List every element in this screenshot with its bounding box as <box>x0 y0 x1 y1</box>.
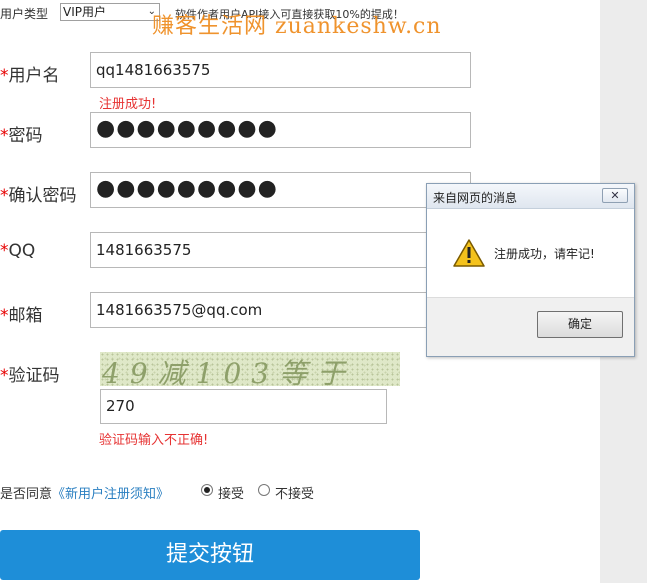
agreement-text: 是否同意《新用户注册须知》 <box>0 487 170 502</box>
captcha-label: *验证码 <box>0 366 60 386</box>
qq-input[interactable]: 1481663575 <box>90 232 471 268</box>
submit-button[interactable]: 提交按钮 <box>0 530 420 580</box>
accept-label: 接受 <box>218 487 245 502</box>
dialog-message: 注册成功，请牢记! <box>494 247 595 261</box>
captcha-text: 49减103等于 <box>102 357 356 386</box>
dialog-footer: 确定 <box>427 297 634 356</box>
terms-link[interactable]: 《新用户注册须知》 <box>52 487 169 502</box>
email-input[interactable]: 1481663575@qq.com <box>90 292 471 328</box>
accept-radio[interactable] <box>201 484 213 496</box>
captcha-error-msg: 验证码输入不正确! <box>99 433 209 448</box>
reject-label: 不接受 <box>275 487 315 502</box>
dialog-title: 来自网页的消息 <box>433 191 518 205</box>
warning-icon <box>453 238 485 272</box>
captcha-image[interactable]: 49减103等于 <box>100 352 400 386</box>
ok-button[interactable]: 确定 <box>537 311 623 338</box>
confirm-password-label: *确认密码 <box>0 186 77 206</box>
username-success-msg: 注册成功! <box>99 97 157 112</box>
alert-dialog: 来自网页的消息 ✕ 注册成功，请牢记! 确定 <box>426 183 635 357</box>
confirm-password-input[interactable]: ●●●●●●●●● <box>90 172 471 208</box>
user-type-label: 用户类型 <box>0 7 49 21</box>
site-watermark: 赚客生活网 zuankeshw.cn <box>152 14 442 39</box>
password-label: *密码 <box>0 126 43 146</box>
close-icon[interactable]: ✕ <box>602 188 628 203</box>
user-type-value: VIP用户 <box>63 5 106 19</box>
username-label: *用户名 <box>0 66 60 86</box>
dialog-titlebar: 来自网页的消息 ✕ <box>427 184 634 209</box>
reject-radio[interactable] <box>258 484 270 496</box>
qq-label: *QQ <box>0 241 36 261</box>
username-input[interactable]: qq1481663575 <box>90 52 471 88</box>
captcha-input[interactable]: 270 <box>100 389 387 424</box>
password-input[interactable]: ●●●●●●●●● <box>90 112 471 148</box>
user-type-select[interactable]: VIP用户 ⌄ <box>60 3 160 21</box>
email-label: *邮箱 <box>0 306 43 326</box>
